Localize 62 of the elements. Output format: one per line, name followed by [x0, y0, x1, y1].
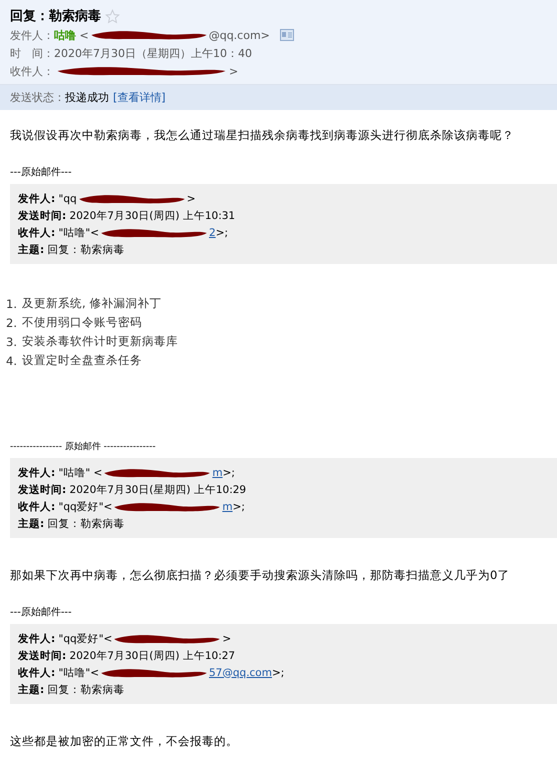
field-label: 发送时间:	[18, 208, 66, 222]
message-paragraph: 我说假设再次中勒索病毒，我怎么通过瑞星扫描残余病毒找到病毒源头进行彻底杀除该病毒呢？	[10, 128, 515, 143]
list-number: 1.	[6, 296, 17, 310]
field-label: 收件人:	[18, 500, 56, 514]
original-mail-divider: ---------------- 原始邮件 ----------------	[10, 440, 157, 453]
field-label: 发送时间:	[18, 648, 66, 662]
address-suffix: >;	[222, 466, 235, 478]
address-suffix: >	[229, 64, 238, 78]
original-mail-divider: ---原始邮件---	[10, 606, 73, 619]
email-link[interactable]: m	[222, 500, 233, 512]
list-number: 3.	[6, 334, 17, 348]
field-label: 发件人：	[10, 28, 54, 42]
field-label: 主题:	[18, 516, 44, 530]
sender-address: @qq.com>	[208, 28, 270, 42]
send-time: 2020年7月30日（星期四）上午10：40	[54, 46, 252, 60]
address-prefix: <	[78, 28, 89, 42]
field-label: 主题:	[18, 682, 44, 696]
address-prefix: "qq爱好"<	[58, 632, 112, 646]
email-link[interactable]: 2	[209, 226, 216, 238]
status-label: 发送状态：	[10, 90, 65, 105]
field-label: 收件人:	[18, 666, 56, 680]
status-value: 投递成功	[65, 90, 109, 105]
address-suffix: >	[222, 632, 232, 644]
original-mail-divider: ---原始邮件---	[10, 166, 73, 179]
list-item: 不使用弱口令账号密码	[22, 315, 142, 330]
details-link[interactable]: [查看详情]	[113, 90, 166, 105]
message-paragraph: 那如果下次再中病毒，怎么彻底扫描？必须要手动搜索源头清除吗，那防毒扫描意义几乎为0了	[10, 568, 510, 583]
field-label: 发件人:	[18, 632, 56, 646]
address-prefix: "qq爱好"<	[58, 500, 112, 514]
field-label: 发送时间:	[18, 482, 66, 496]
address-prefix: "qq	[58, 192, 77, 204]
address-suffix: >;	[216, 226, 228, 238]
field-value: 2020年7月30日(星期四) 上午10:29	[68, 482, 246, 496]
field-label: 收件人:	[18, 226, 56, 240]
sender-name[interactable]: 咕噜	[54, 28, 76, 42]
address-prefix: "咕噜"<	[58, 226, 99, 240]
field-label: 发件人:	[18, 192, 56, 206]
field-value: 回复：勒索病毒	[46, 682, 125, 696]
field-value: 回复：勒索病毒	[46, 242, 125, 256]
field-value: 回复：勒索病毒	[46, 516, 125, 530]
list-item: 安装杀毒软件计时更新病毒库	[22, 334, 178, 349]
field-value: 2020年7月30日(周四) 上午10:27	[68, 648, 236, 662]
list-number: 2.	[6, 316, 17, 330]
field-label: 发件人:	[18, 466, 56, 480]
email-subject: 回复：勒索病毒	[10, 8, 101, 25]
field-value: 2020年7月30日(周四) 上午10:31	[68, 208, 236, 222]
field-label: 主题:	[18, 242, 44, 256]
address-prefix: "咕噜" <	[58, 466, 102, 480]
field-label: 时 间：	[10, 46, 54, 60]
star-icon[interactable]	[105, 8, 120, 24]
message-paragraph: 这些都是被加密的正常文件，不会报毒的。	[10, 734, 239, 749]
address-suffix: >;	[232, 500, 245, 512]
address-suffix: >;	[272, 666, 284, 678]
address-suffix: >	[186, 192, 196, 204]
address-prefix: "咕噜"<	[58, 666, 99, 680]
list-number: 4.	[6, 354, 17, 368]
contact-card-icon[interactable]	[280, 29, 294, 41]
email-link[interactable]: 57@qq.com	[209, 666, 272, 678]
list-item: 设置定时全盘查杀任务	[22, 353, 142, 368]
email-link[interactable]: m	[212, 466, 223, 478]
list-item: 及更新系统, 修补漏洞补丁	[22, 296, 162, 311]
field-label: 收件人：	[10, 64, 54, 78]
